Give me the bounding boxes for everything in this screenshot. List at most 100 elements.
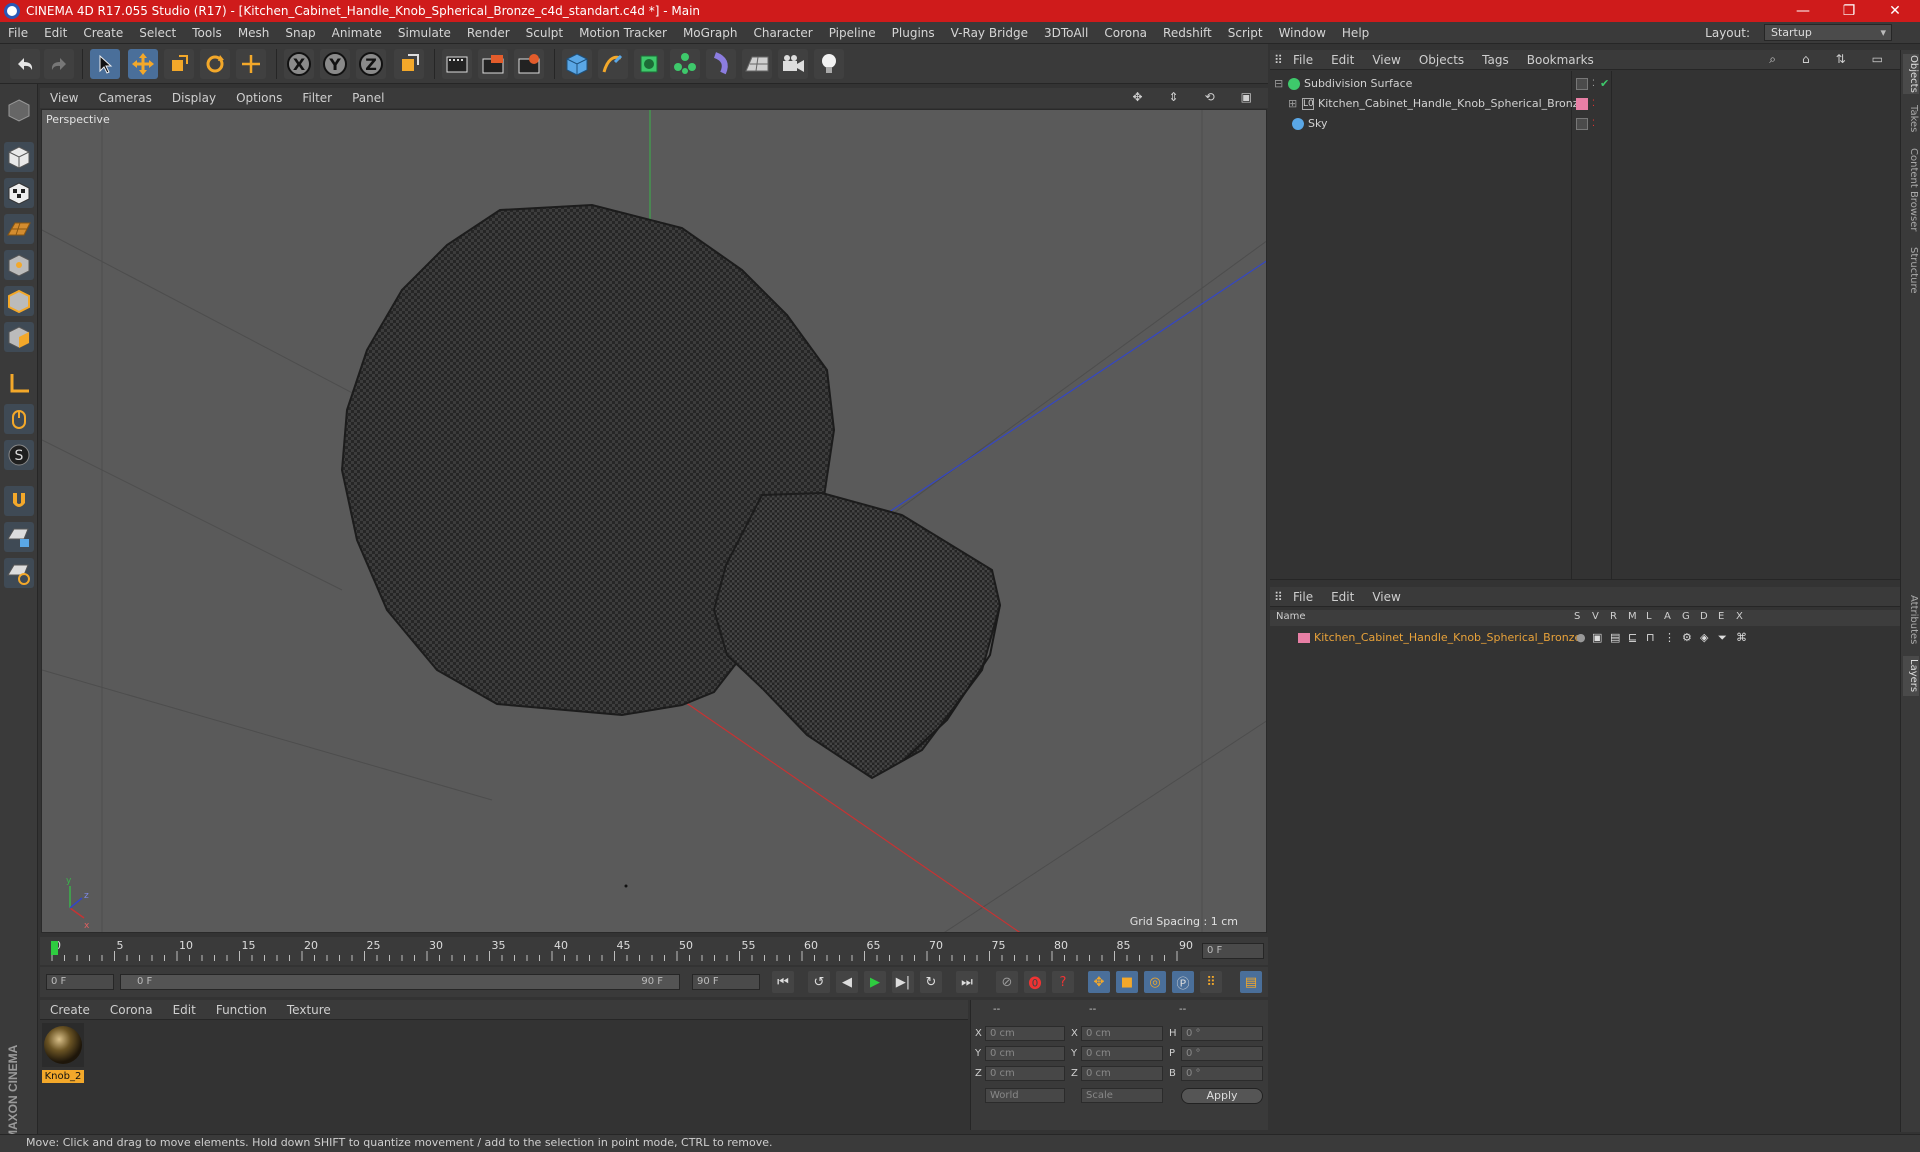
view-eye-icon[interactable]: ▣ bbox=[1592, 631, 1602, 644]
layer-color-swatch[interactable] bbox=[1298, 632, 1310, 643]
texture-mode-icon[interactable] bbox=[4, 178, 34, 208]
goto-end-icon[interactable]: ⏭ bbox=[956, 971, 978, 993]
deformer-icon[interactable] bbox=[706, 49, 736, 79]
tweak-mode-icon[interactable] bbox=[4, 404, 34, 434]
home-icon[interactable]: ⌂ bbox=[1793, 52, 1819, 67]
range-slider[interactable]: 0 F 90 F bbox=[120, 974, 680, 990]
record-keys-icon[interactable]: ⊘ bbox=[996, 971, 1018, 993]
floor-icon[interactable] bbox=[742, 49, 772, 79]
menu-character[interactable]: Character bbox=[745, 26, 820, 40]
lock-icon[interactable]: ⊓ bbox=[1646, 631, 1655, 644]
tab-layers[interactable]: Layers bbox=[1903, 656, 1919, 696]
object-menu-objects[interactable]: Objects bbox=[1410, 53, 1473, 67]
col-animation[interactable]: A bbox=[1664, 611, 1671, 622]
object-menu-edit[interactable]: Edit bbox=[1322, 53, 1363, 67]
perspective-viewport[interactable]: y z x Perspective Grid Spacing : 1 cm bbox=[41, 109, 1267, 933]
col-xref[interactable]: X bbox=[1736, 611, 1743, 622]
tab-content-browser[interactable]: Content Browser bbox=[1903, 144, 1919, 236]
col-solo[interactable]: S bbox=[1574, 611, 1580, 622]
scale-tool-icon[interactable] bbox=[164, 49, 194, 79]
apply-button[interactable]: Apply bbox=[1181, 1088, 1263, 1104]
autokey-icon[interactable]: ⓿ bbox=[1024, 971, 1046, 993]
manager-icon[interactable]: ⊑ bbox=[1628, 631, 1637, 644]
layer-tag-icon[interactable] bbox=[1576, 77, 1588, 90]
viewport-menu-options[interactable]: Options bbox=[226, 91, 292, 105]
expand-child-icon[interactable]: ⊞ bbox=[1288, 97, 1298, 110]
locked-workplane-icon[interactable] bbox=[4, 522, 34, 552]
layer-color-icon[interactable] bbox=[1576, 97, 1588, 110]
col-generators[interactable]: G bbox=[1682, 611, 1690, 622]
key-parameter-icon[interactable]: Ⓟ bbox=[1172, 971, 1194, 993]
col-locked[interactable]: L bbox=[1646, 611, 1652, 622]
render-to-picture-viewer-icon[interactable] bbox=[478, 49, 508, 79]
material-menu-texture[interactable]: Texture bbox=[277, 1003, 341, 1017]
viewport-menu-cameras[interactable]: Cameras bbox=[88, 91, 161, 105]
planar-workplane-icon[interactable] bbox=[4, 558, 34, 588]
rotation-h-field[interactable]: 0 ° bbox=[1181, 1026, 1263, 1041]
toggle-view-icon[interactable]: ▣ bbox=[1231, 90, 1262, 104]
x-axis-lock-icon[interactable]: X bbox=[284, 49, 314, 79]
size-mode-dropdown[interactable]: Scale bbox=[1081, 1088, 1163, 1103]
close-button[interactable]: ✕ bbox=[1872, 0, 1918, 22]
menu-corona[interactable]: Corona bbox=[1096, 26, 1155, 40]
menu-create[interactable]: Create bbox=[75, 26, 131, 40]
coordinate-system-icon[interactable] bbox=[394, 49, 424, 79]
menu-render[interactable]: Render bbox=[459, 26, 518, 40]
minimize-button[interactable]: — bbox=[1780, 0, 1826, 22]
render-settings-icon[interactable] bbox=[514, 49, 544, 79]
transform-tool-icon[interactable] bbox=[236, 49, 266, 79]
timeline-window-icon[interactable]: ▤ bbox=[1240, 971, 1262, 993]
search-icon[interactable]: ⌕ bbox=[1760, 52, 1785, 67]
position-z-field[interactable]: 0 cm bbox=[985, 1066, 1065, 1081]
current-frame-field[interactable]: 0 F bbox=[1202, 943, 1264, 959]
light-icon[interactable] bbox=[814, 49, 844, 79]
object-menu-tags[interactable]: Tags bbox=[1473, 53, 1518, 67]
menu-script[interactable]: Script bbox=[1220, 26, 1271, 40]
menu-snap[interactable]: Snap bbox=[277, 26, 323, 40]
object-row-sky[interactable]: Sky ⁚ bbox=[1270, 114, 1900, 133]
next-frame-icon[interactable]: ▶| bbox=[892, 971, 914, 993]
col-view[interactable]: V bbox=[1592, 611, 1599, 622]
viewport-menu-panel[interactable]: Panel bbox=[342, 91, 394, 105]
layer-menu-file[interactable]: File bbox=[1284, 590, 1322, 604]
expand-icon[interactable]: ▭ bbox=[1863, 52, 1892, 67]
material-swatch[interactable]: Knob_2 bbox=[42, 1023, 84, 1083]
deformer-icon[interactable]: ◈ bbox=[1700, 631, 1708, 644]
menu-mograph[interactable]: MoGraph bbox=[675, 26, 746, 40]
tab-objects[interactable]: Objects bbox=[1903, 54, 1919, 94]
edges-mode-icon[interactable] bbox=[4, 286, 34, 316]
menu-sculpt[interactable]: Sculpt bbox=[518, 26, 571, 40]
playhead-marker[interactable] bbox=[51, 941, 58, 955]
keyframe-selection-icon[interactable]: ? bbox=[1052, 971, 1074, 993]
size-x-field[interactable]: 0 cm bbox=[1081, 1026, 1163, 1041]
solo-icon[interactable]: ● bbox=[1576, 631, 1586, 644]
subdivision-surface-icon[interactable] bbox=[634, 49, 664, 79]
pan-icon[interactable]: ✥ bbox=[1122, 90, 1152, 104]
object-menu-view[interactable]: View bbox=[1363, 53, 1409, 67]
size-y-field[interactable]: 0 cm bbox=[1081, 1046, 1163, 1061]
col-deformers[interactable]: D bbox=[1700, 611, 1708, 622]
undo-icon[interactable] bbox=[10, 49, 40, 79]
layer-row[interactable]: Kitchen_Cabinet_Handle_Knob_Spherical_Br… bbox=[1270, 628, 1900, 647]
menu-window[interactable]: Window bbox=[1271, 26, 1334, 40]
animation-icon[interactable]: ⋮ bbox=[1664, 631, 1675, 644]
prev-frame-icon[interactable]: ◀ bbox=[836, 971, 858, 993]
viewport-menu-display[interactable]: Display bbox=[162, 91, 226, 105]
key-scale-icon[interactable]: ■ bbox=[1116, 971, 1138, 993]
render-icon[interactable]: ▤ bbox=[1610, 631, 1620, 644]
menu-plugins[interactable]: Plugins bbox=[884, 26, 943, 40]
col-manager[interactable]: M bbox=[1628, 611, 1637, 622]
menu-3dtoall[interactable]: 3DToAll bbox=[1036, 26, 1096, 40]
layer-menu-view[interactable]: View bbox=[1363, 590, 1409, 604]
menu-tools[interactable]: Tools bbox=[184, 26, 230, 40]
material-menu-corona[interactable]: Corona bbox=[100, 1003, 163, 1017]
start-frame-field[interactable]: 0 F bbox=[46, 974, 114, 990]
viewport-menu-filter[interactable]: Filter bbox=[292, 91, 342, 105]
tab-structure[interactable]: Structure bbox=[1903, 244, 1919, 296]
prev-key-icon[interactable]: ↺ bbox=[808, 971, 830, 993]
material-menu-create[interactable]: Create bbox=[40, 1003, 100, 1017]
generator-icon[interactable]: ⚙ bbox=[1682, 631, 1692, 644]
next-key-icon[interactable]: ↻ bbox=[920, 971, 942, 993]
menu-mesh[interactable]: Mesh bbox=[230, 26, 278, 40]
layout-dropdown[interactable]: Startup bbox=[1764, 24, 1892, 41]
